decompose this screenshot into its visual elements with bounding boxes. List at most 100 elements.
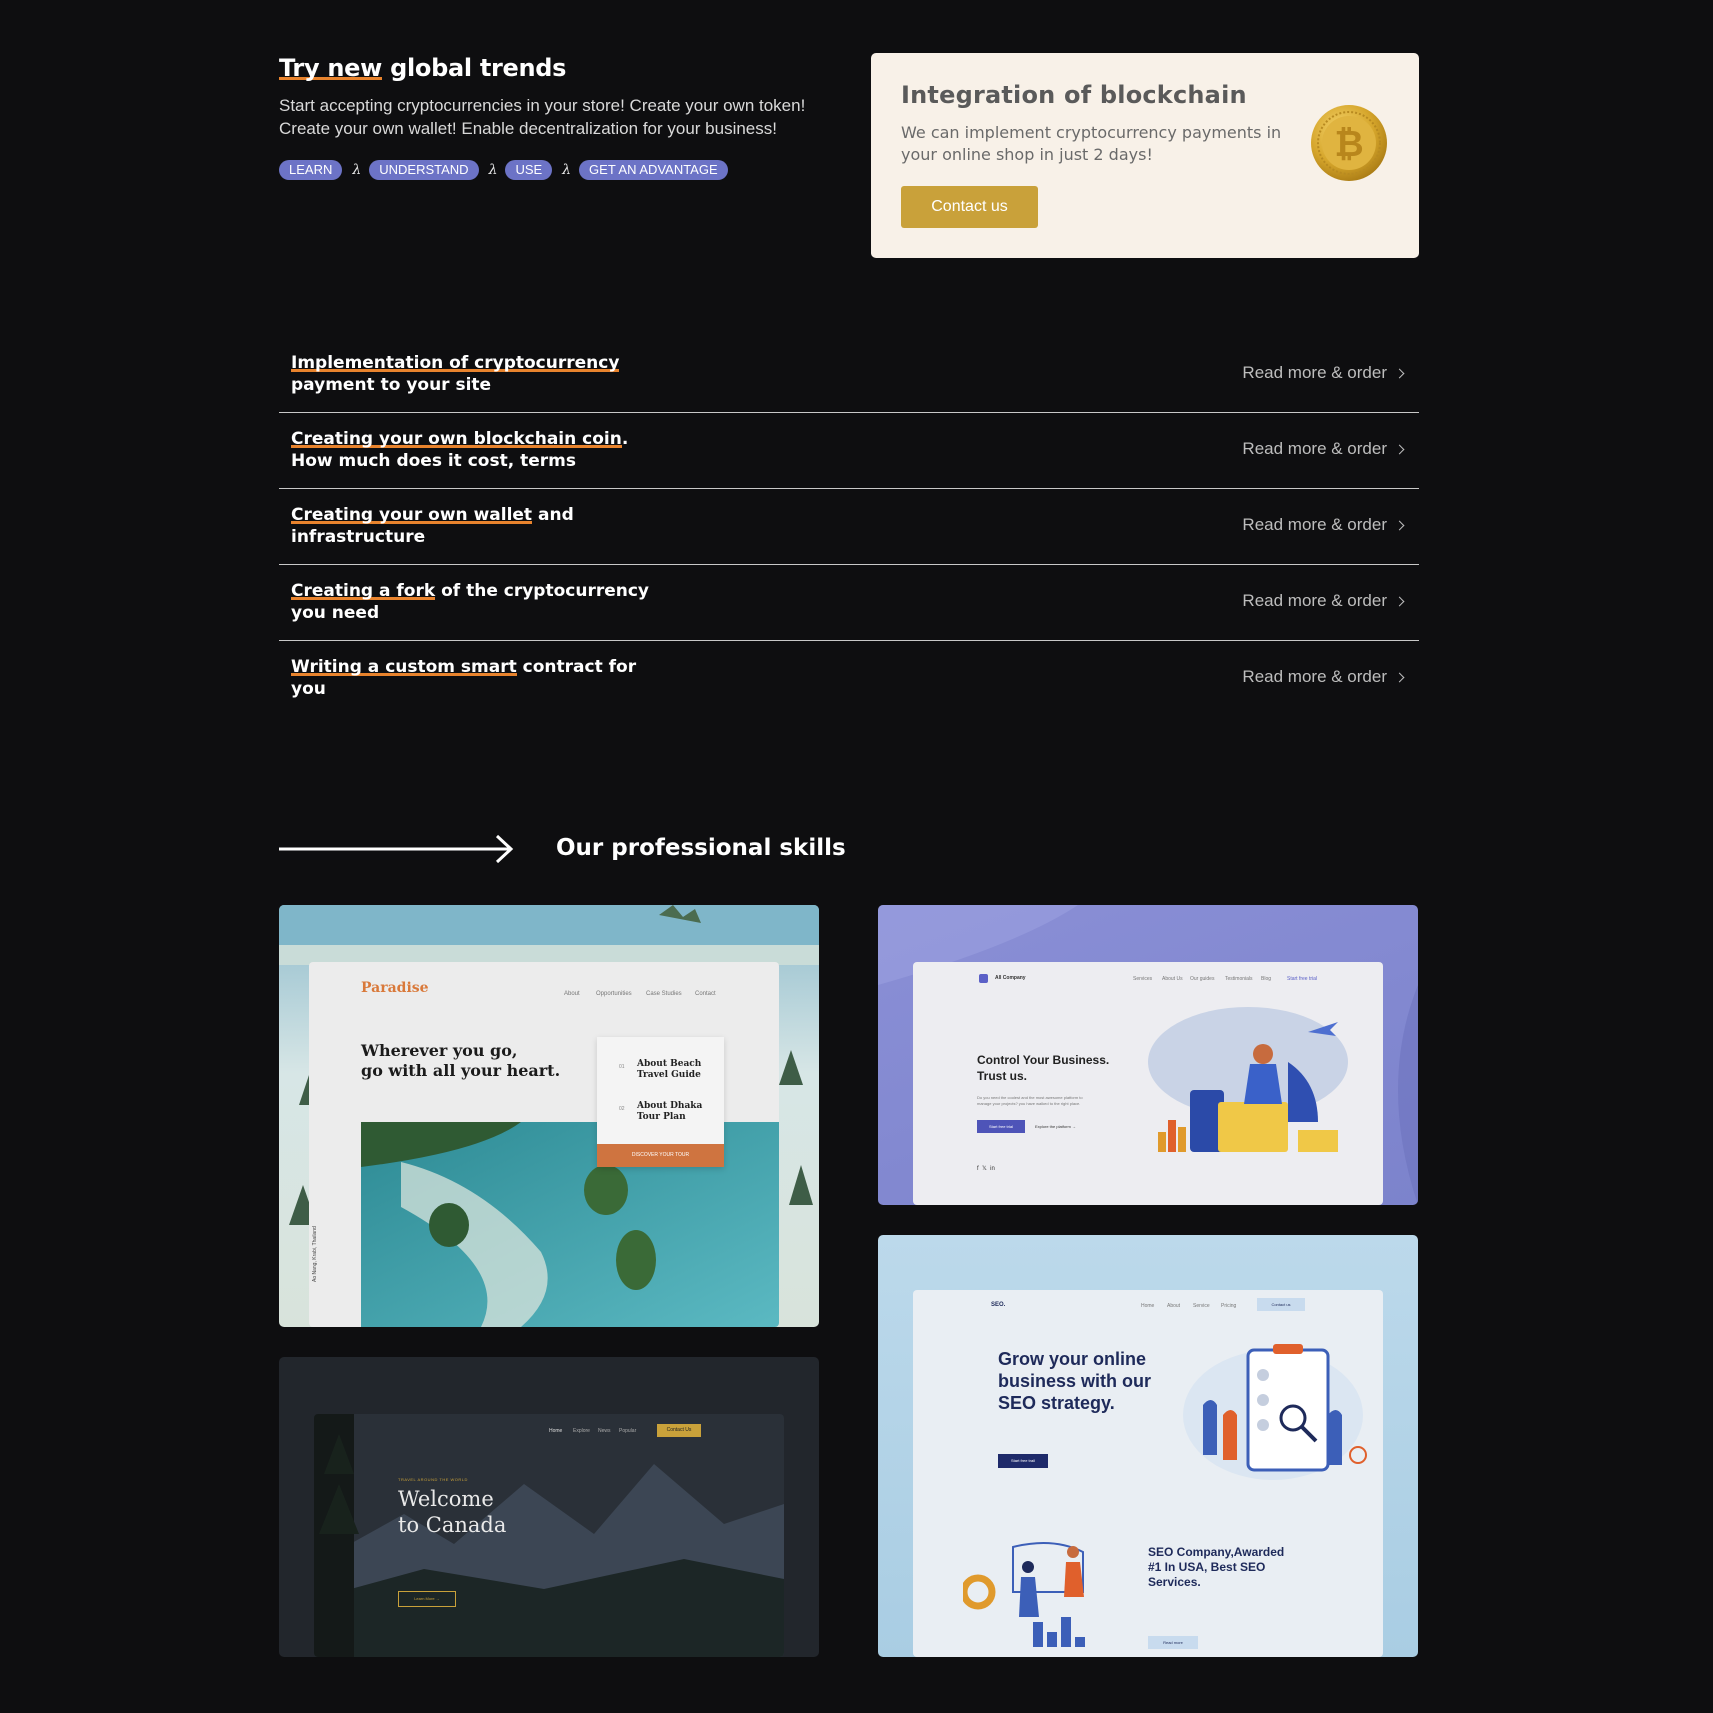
paradise-location: Ao Nang, Krabi, Thailand (312, 1226, 318, 1282)
seo-nav-home: Home (1141, 1303, 1155, 1309)
canada-nav-news: News (598, 1428, 611, 1434)
paradise-site-mockup: Paradise About Opportunities Case Studie… (309, 962, 779, 1327)
blockchain-promo-card: Integration of blockchain We can impleme… (871, 53, 1419, 258)
paradise-item-dhaka-line-1: About Dhaka (637, 1101, 703, 1111)
seo-clipboard-illustration (1183, 1344, 1367, 1480)
company-nav-services: Services (1133, 976, 1153, 982)
company-subtext: Do you need the coolest and the most awe… (977, 1095, 1083, 1106)
service-title-highlight: Creating your own blockchain coin (291, 429, 622, 449)
promo-description: We can implement cryptocurrency payments… (901, 123, 1282, 164)
company-nav-blog: Blog (1261, 976, 1272, 982)
service-title-highlight: Writing a custom smart (291, 657, 517, 677)
portfolio-card-paradise[interactable]: Paradise About Opportunities Case Studie… (279, 905, 819, 1327)
link-label: Read more & order (1242, 439, 1387, 458)
company-nav-about: About Us (1162, 976, 1183, 982)
tag-separator: λ (488, 162, 498, 178)
list-item: Writing a custom smart contract for you … (279, 641, 1419, 717)
seo-headline-line-2: business with our (998, 1371, 1152, 1391)
link-label: Read more & order (1242, 515, 1387, 534)
paradise-headline-line-1: Wherever you go, (361, 1041, 518, 1060)
chevron-right-icon (1394, 368, 1405, 378)
list-item: Creating your own wallet and infrastruct… (279, 489, 1419, 565)
company-brand: All Company (995, 975, 1026, 981)
paradise-item-num: 02 (619, 1106, 625, 1112)
read-more-order-link[interactable]: Read more & order (1242, 515, 1405, 535)
service-title: Writing a custom smart contract for you (291, 656, 651, 700)
company-primary-button: Start free trial (977, 1120, 1025, 1133)
paradise-nav-opportunities: Opportunities (596, 991, 632, 997)
seo-brand: SEO. (991, 1302, 1006, 1308)
read-more-order-link[interactable]: Read more & order (1242, 591, 1405, 611)
hero-description: Start accepting cryptocurrencies in your… (279, 96, 806, 138)
seo-read-more-button: Read more (1148, 1636, 1198, 1649)
company-nav-cta: Start free trial (1287, 976, 1318, 982)
service-title-highlight: Creating a fork (291, 581, 436, 601)
service-title-highlight: Implementation of cryptocurrency (291, 353, 620, 373)
tag-list: LEARN λ UNDERSTAND λ USE λ GET AN ADVANT… (279, 160, 849, 180)
seo-headline-line-1: Grow your online (998, 1349, 1147, 1369)
read-more-order-link[interactable]: Read more & order (1242, 363, 1405, 383)
tag-separator: λ (352, 162, 362, 178)
contact-us-button[interactable]: Contact us (901, 186, 1038, 228)
service-title: Creating your own wallet and infrastruct… (291, 504, 651, 548)
canada-nav-home: Home (549, 1428, 563, 1434)
canada-contact-button: Contact Us (657, 1424, 701, 1437)
portfolio-card-canada[interactable]: Home Explore News Popular Contact Us TRA… (279, 1357, 819, 1657)
chevron-right-icon (1394, 444, 1405, 454)
paradise-nav-contact: Contact (695, 991, 716, 997)
seo-headline-line-3: SEO strategy. (998, 1393, 1115, 1413)
seo-sub-headline-line-1: SEO Company,Awarded (1148, 1545, 1285, 1559)
tag-get-an-advantage: GET AN ADVANTAGE (579, 160, 728, 180)
paradise-tour-panel: 01 About Beach Travel Guide 02 About Dhak… (597, 1037, 724, 1167)
company-headline-line-2: Trust us. (977, 1069, 1028, 1083)
seo-sub-headline: SEO Company,Awarded #1 In USA, Best SEO Se… (1148, 1545, 1284, 1590)
hero-title: Try new global trends (279, 52, 849, 84)
chevron-right-icon (1394, 672, 1405, 682)
paradise-headline-line-2: go with all your heart. (361, 1061, 561, 1080)
paradise-headline: Wherever you go, go with all your heart. (361, 1041, 560, 1081)
paradise-item-beach-line-2: Travel Guide (637, 1070, 701, 1080)
company-site-mockup: All Company Services About Us Our guides… (913, 962, 1383, 1205)
link-label: Read more & order (1242, 363, 1387, 382)
coin-symbol: ₿ (1334, 124, 1363, 165)
service-title-highlight: Creating your own wallet (291, 505, 533, 525)
service-title-rest: payment to your site (291, 375, 492, 395)
service-title: Implementation of cryptocurrency payment… (291, 352, 651, 396)
list-item: Creating a fork of the cryptocurrency yo… (279, 565, 1419, 641)
company-nav-testimonials: Testimonials (1225, 976, 1253, 982)
canada-site-mockup: Home Explore News Popular Contact Us TRA… (314, 1414, 784, 1657)
service-title: Creating your own blockchain coin. How m… (291, 428, 651, 472)
chevron-right-icon (1394, 596, 1405, 606)
paradise-item-beach-line-1: About Beach (637, 1059, 702, 1069)
canada-nav-explore: Explore (573, 1428, 590, 1434)
paradise-nav-case-studies: Case Studies (646, 991, 682, 997)
tag-learn: LEARN (279, 160, 343, 180)
list-item: Implementation of cryptocurrency payment… (279, 337, 1419, 413)
tag-understand: UNDERSTAND (369, 160, 479, 180)
paradise-item-num: 01 (619, 1064, 625, 1070)
read-more-order-link[interactable]: Read more & order (1242, 439, 1405, 459)
paradise-nav-about: About (564, 991, 580, 997)
seo-sub-headline-line-3: Services. (1148, 1575, 1201, 1589)
portfolio-card-seo[interactable]: SEO. Home About Service Pricing Contact … (878, 1235, 1418, 1657)
company-logo-icon (979, 974, 988, 983)
service-title: Creating a fork of the cryptocurrency yo… (291, 580, 651, 624)
read-more-order-link[interactable]: Read more & order (1242, 667, 1405, 687)
seo-contact-button: Contact us (1257, 1298, 1305, 1311)
canada-headline-line-2: to Canada (398, 1513, 507, 1537)
seo-sub-headline-line-2: #1 In USA, Best SEO (1148, 1560, 1266, 1574)
canada-headline-line-1: Welcome (398, 1487, 494, 1511)
services-list: Implementation of cryptocurrency payment… (279, 337, 1419, 717)
canada-kicker: TRAVEL AROUND THE WORLD (398, 1477, 468, 1482)
bitcoin-icon: ₿ (1311, 105, 1387, 181)
seo-analytics-illustration (963, 1542, 1085, 1647)
paradise-item-dhaka-line-2: Tour Plan (637, 1112, 686, 1122)
link-label: Read more & order (1242, 591, 1387, 610)
paradise-item-beach: About Beach Travel Guide (637, 1059, 701, 1081)
portfolio-card-company[interactable]: All Company Services About Us Our guides… (878, 905, 1418, 1205)
canada-headline: Welcome to Canada (398, 1486, 506, 1538)
link-label: Read more & order (1242, 667, 1387, 686)
skills-title: Our professional skills (556, 835, 846, 861)
paradise-item-dhaka: About Dhaka Tour Plan (637, 1101, 702, 1123)
company-headline: Control Your Business. Trust us. (977, 1052, 1109, 1084)
